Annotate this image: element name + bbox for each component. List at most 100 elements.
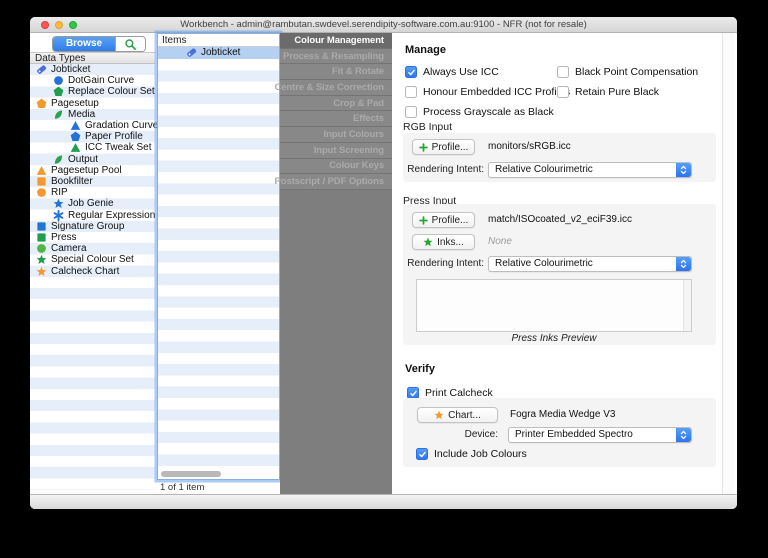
sidebar-item-media[interactable]: Media xyxy=(30,109,155,120)
square-icon xyxy=(36,232,47,243)
magnifier-icon xyxy=(125,38,136,50)
device-label: Device: xyxy=(464,429,498,440)
rgb-input-label: RGB Input xyxy=(403,121,453,133)
checkbox-box xyxy=(557,66,569,78)
checkbox-always-use-icc[interactable]: Always Use ICC xyxy=(405,62,557,82)
items-hscroll-track xyxy=(158,469,279,479)
manage-checkbox-grid: Always Use ICC Black Point Compensation Ho… xyxy=(405,62,725,122)
sidebar-item-camera[interactable]: Camera xyxy=(30,243,155,254)
checkbox-box xyxy=(405,106,417,118)
star-icon xyxy=(36,266,47,277)
menu-item-crop-pad[interactable]: Crop & Pad xyxy=(280,95,392,112)
checkbox-box xyxy=(405,66,417,78)
rgb-input-group: Profile... monitors/sRGB.icc Rendering I… xyxy=(403,133,716,182)
dropdown-stepper-icon xyxy=(676,163,691,177)
sidebar-item-replace-colour-set[interactable]: Replace Colour Set xyxy=(30,86,155,97)
rgb-rendering-intent-dropdown[interactable]: Relative Colourimetric xyxy=(488,162,692,178)
verify-section-title: Verify xyxy=(405,363,435,375)
checkbox-retain-pure-black[interactable]: Retain Pure Black xyxy=(557,82,725,102)
press-rendering-intent-dropdown[interactable]: Relative Colourimetric xyxy=(488,256,692,272)
checkbox-include-job-colours[interactable]: Include Job Colours xyxy=(416,448,527,460)
star-icon xyxy=(36,254,47,265)
menu-item-effects[interactable]: Effects xyxy=(280,111,392,128)
square-icon xyxy=(36,221,47,232)
sidebar-item-bookfilter[interactable]: Bookfilter xyxy=(30,176,155,187)
sidebar-item-regular-expression[interactable]: Regular Expression xyxy=(30,209,155,221)
device-dropdown[interactable]: Printer Embedded Spectro xyxy=(508,427,692,443)
pentagon-icon xyxy=(70,131,81,142)
sidebar-item-output[interactable]: Output xyxy=(30,154,155,165)
menu-item-centre-size-correction[interactable]: Centre & Size Correction xyxy=(274,80,392,96)
items-row-jobticket[interactable]: Jobticket xyxy=(158,47,279,59)
sidebar: Browse Data Types Jobticket DotGain Curve… xyxy=(30,33,158,494)
sidebar-item-jobticket[interactable]: Jobticket xyxy=(30,64,155,75)
press-inks-value: None xyxy=(488,236,512,247)
settings-menu: Colour Management Process & Resampling Fit… xyxy=(274,33,392,494)
checkbox-box xyxy=(557,86,569,98)
menu-item-colour-keys[interactable]: Colour Keys xyxy=(280,158,392,175)
settings-panel: Manage Always Use ICC Black Point Compens… xyxy=(392,33,737,494)
tag-icon xyxy=(36,64,47,75)
data-types-list: Jobticket DotGain Curve Replace Colour Set… xyxy=(30,64,158,490)
items-panel: Items Jobticket xyxy=(157,33,280,480)
dropdown-stepper-icon xyxy=(676,257,691,271)
menu-item-input-screening[interactable]: Input Screening xyxy=(280,142,392,159)
triangle-icon xyxy=(70,120,81,131)
menu-item-input-colours[interactable]: Input Colours xyxy=(280,127,392,143)
plus-icon xyxy=(418,215,428,225)
pentagon-icon xyxy=(36,98,47,109)
triangle-icon xyxy=(36,165,47,176)
menu-item-process-resampling[interactable]: Process & Resampling xyxy=(280,48,392,65)
menu-item-colour-management[interactable]: Colour Management xyxy=(280,33,392,49)
items-header: Items xyxy=(158,34,279,47)
star-icon xyxy=(434,410,444,420)
preview-vscroll-track[interactable] xyxy=(683,280,691,331)
star-icon xyxy=(53,198,64,209)
sidebar-item-job-genie[interactable]: Job Genie xyxy=(30,198,155,209)
sidebar-item-gradation-curve[interactable]: Gradation Curve xyxy=(30,120,158,131)
window-title: Workbench - admin@rambutan.swdevel.seren… xyxy=(180,19,587,30)
sidebar-item-press[interactable]: Press xyxy=(30,232,155,243)
workbench-window: Workbench - admin@rambutan.swdevel.seren… xyxy=(30,17,737,509)
pentagon-icon xyxy=(53,86,64,97)
triangle-icon xyxy=(70,142,81,153)
sidebar-item-signature-group[interactable]: Signature Group xyxy=(30,221,155,232)
press-profile-button[interactable]: Profile... xyxy=(412,212,475,228)
rgb-profile-button[interactable]: Profile... xyxy=(412,139,475,155)
checkbox-box xyxy=(405,86,417,98)
checkbox-box xyxy=(416,448,428,460)
press-inks-button[interactable]: Inks... xyxy=(412,234,475,250)
items-list-empty-area xyxy=(158,58,279,469)
sidebar-item-special-colour-set[interactable]: Special Colour Set xyxy=(30,254,155,265)
tag-icon xyxy=(186,47,197,58)
press-profile-value: match/ISOcoated_v2_eciF39.icc xyxy=(488,214,632,225)
chart-value: Fogra Media Wedge V3 xyxy=(510,409,616,420)
sidebar-item-dotgain-curve[interactable]: DotGain Curve xyxy=(30,75,155,86)
plus-icon xyxy=(418,142,428,152)
checkbox-black-point-compensation[interactable]: Black Point Compensation xyxy=(557,62,725,82)
menu-item-fit-rotate[interactable]: Fit & Rotate xyxy=(280,64,392,81)
browse-segmented-control: Browse xyxy=(52,36,146,52)
sidebar-item-calcheck-chart[interactable]: Calcheck Chart xyxy=(30,266,155,277)
sidebar-item-pagesetup-pool[interactable]: Pagesetup Pool xyxy=(30,165,155,176)
circle-icon xyxy=(53,75,64,86)
menu-item-postscript-pdf-options[interactable]: Postscript / PDF Options xyxy=(275,174,392,190)
press-input-group: Profile... match/ISOcoated_v2_eciF39.icc… xyxy=(403,204,716,345)
rgb-profile-value: monitors/sRGB.icc xyxy=(488,141,571,152)
sidebar-item-pagesetup[interactable]: Pagesetup xyxy=(30,98,155,109)
checkbox-process-grayscale-as-black[interactable]: Process Grayscale as Black xyxy=(405,102,557,122)
circle-icon xyxy=(36,243,47,254)
browse-button[interactable]: Browse xyxy=(53,37,115,51)
sidebar-item-icc-tweak-set[interactable]: ICC Tweak Set xyxy=(30,142,155,153)
data-types-header: Data Types xyxy=(30,52,155,64)
sidebar-item-paper-profile[interactable]: Paper Profile xyxy=(30,131,155,142)
items-hscroll-thumb[interactable] xyxy=(161,471,221,477)
title-bar: Workbench - admin@rambutan.swdevel.seren… xyxy=(30,17,737,33)
sidebar-item-rip[interactable]: RIP xyxy=(30,187,155,198)
dropdown-stepper-icon xyxy=(676,428,691,442)
panel-vscroll-track[interactable] xyxy=(722,33,734,494)
verify-group: Chart... Fogra Media Wedge V3 Device: Pr… xyxy=(403,398,716,467)
chart-button[interactable]: Chart... xyxy=(417,407,498,423)
search-button[interactable] xyxy=(115,37,145,51)
checkbox-honour-embedded-icc-profiles[interactable]: Honour Embedded ICC Profiles xyxy=(405,82,570,102)
